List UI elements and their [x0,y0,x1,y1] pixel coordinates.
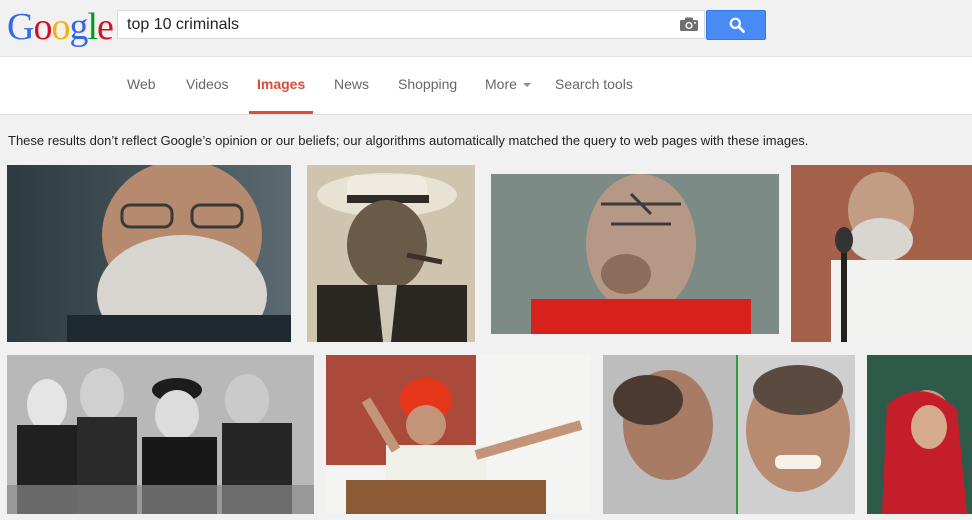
logo-letter: o [33,6,52,48]
image-result-2[interactable] [307,165,475,342]
tab-images[interactable]: Images [248,76,314,114]
search-tabs: Web Videos Images News Shopping More Sea… [0,57,972,115]
search-button[interactable] [706,10,766,40]
logo-letter: l [87,6,98,48]
image-result-7[interactable] [603,355,855,514]
search-box [117,10,705,39]
logo-letter: e [97,6,114,48]
logo-letter: o [51,6,70,48]
camera-icon[interactable] [680,17,698,36]
image-result-5[interactable] [7,355,314,514]
results-disclaimer: These results don’t reflect Google’s opi… [8,133,809,148]
image-result-6[interactable] [326,355,591,514]
image-result-8[interactable] [867,355,972,514]
header-bar: Google [0,0,972,57]
search-input[interactable] [127,11,667,38]
tab-more-label: More [485,76,517,92]
tab-search-tools[interactable]: Search tools [555,76,633,114]
image-result-1[interactable] [7,165,291,342]
tab-more[interactable]: More [485,76,531,114]
image-result-3[interactable] [491,174,779,334]
tab-shopping[interactable]: Shopping [398,76,457,114]
tab-videos[interactable]: Videos [186,76,229,114]
google-logo[interactable]: Google [7,6,114,48]
image-result-4[interactable] [791,165,972,342]
magnifier-icon [729,17,745,33]
tab-news[interactable]: News [334,76,369,114]
logo-letter: g [69,6,88,48]
caret-down-icon [522,83,531,88]
tab-web[interactable]: Web [127,76,156,114]
logo-letter: G [7,6,34,48]
